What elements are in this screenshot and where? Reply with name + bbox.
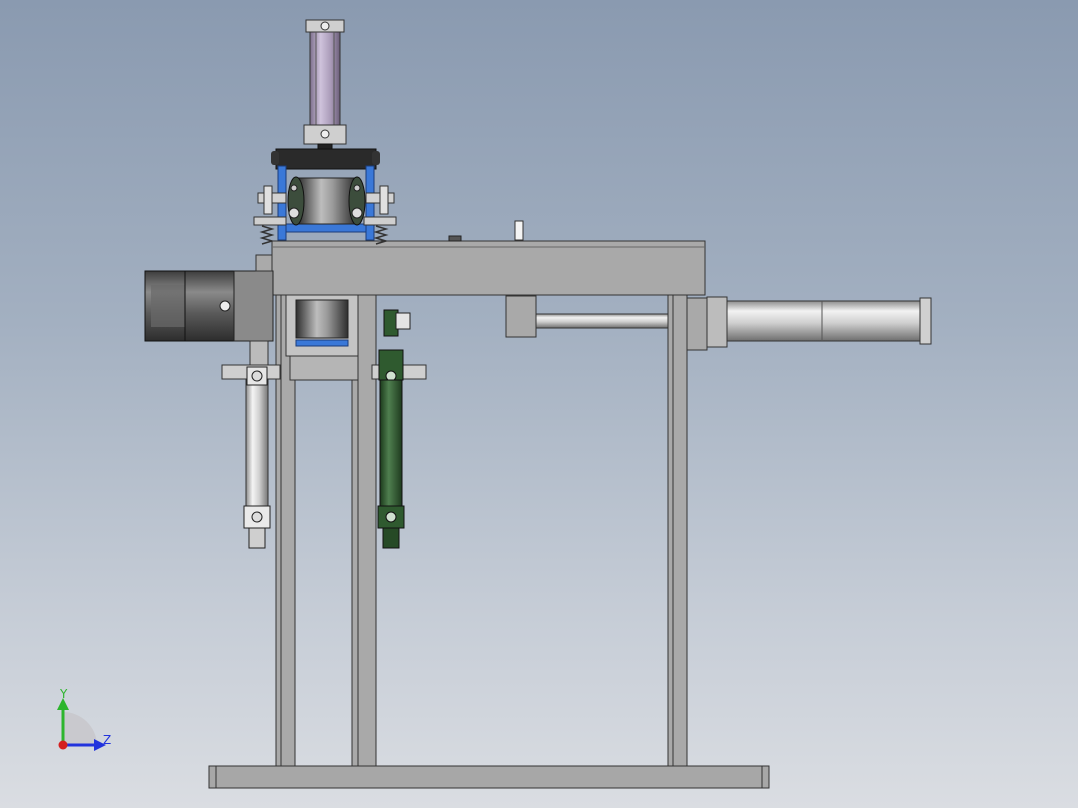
top-beam <box>271 240 706 296</box>
gear-motor <box>144 254 274 366</box>
roller-bracket-assembly <box>253 148 397 245</box>
base-plate <box>208 765 770 789</box>
z-axis-label: Z <box>103 733 111 747</box>
y-axis-label: Y <box>59 687 68 701</box>
cad-model-drawing: Y Z <box>57 19 932 789</box>
cad-viewport[interactable]: Y Z <box>0 0 1078 808</box>
horizontal-air-cylinder <box>505 295 932 351</box>
lower-roller <box>285 294 359 381</box>
vertical-air-cylinder <box>303 19 347 169</box>
x-axis-dot <box>58 740 68 750</box>
coordinate-triad[interactable]: Y Z <box>57 687 111 751</box>
left-vertical-cylinder <box>221 364 281 549</box>
green-vertical-cylinder <box>371 309 427 549</box>
sensor-post <box>514 220 524 241</box>
